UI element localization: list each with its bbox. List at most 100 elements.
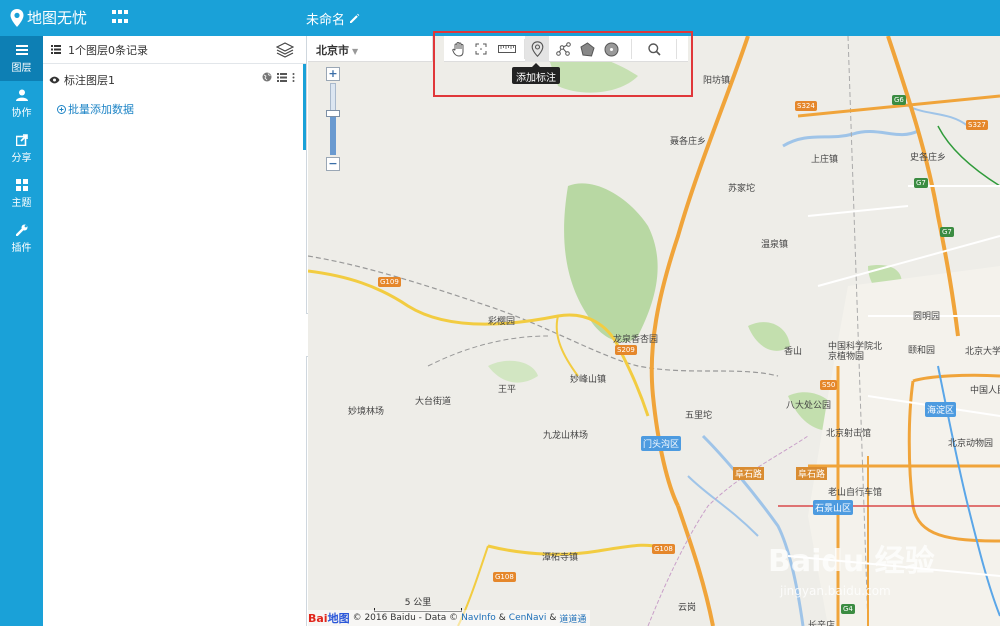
zoom-in-button[interactable]: + [326, 67, 340, 81]
daodaotong-link[interactable]: 道道通 [559, 612, 586, 625]
edit-pencil-icon[interactable] [349, 13, 360, 24]
layer-name: 标注图层1 [64, 74, 115, 87]
layer-tools [262, 72, 295, 82]
app-root: 地图无忧 未命名 图层 协作 分享 主题 插件 1个图层0条记录 标注图层1 批… [0, 0, 1000, 626]
polyline-icon [555, 42, 571, 56]
rail-label: 协作 [11, 108, 32, 119]
layer-stack-icon[interactable] [276, 41, 294, 59]
zoom-out-button[interactable]: − [326, 157, 340, 171]
search-icon [647, 42, 661, 56]
layer-item[interactable]: 标注图层1 批量添加数据 [43, 64, 306, 150]
batch-add-data-link[interactable]: 批量添加数据 [57, 101, 134, 117]
panel-header: 1个图层0条记录 [43, 36, 306, 64]
fullscreen-tool-button[interactable] [470, 36, 492, 62]
search-tool-button[interactable] [642, 36, 666, 62]
place-label: 北京射击馆 [826, 429, 872, 439]
place-label: 北京动物园 [948, 439, 994, 449]
hand-icon [452, 41, 464, 57]
baidu-logo-map-text: 地图 [327, 612, 350, 625]
app-name: 地图无忧 [27, 9, 88, 27]
road-shield: G108 [652, 544, 675, 554]
map-toolbar [444, 36, 688, 62]
road-shield: S327 [966, 120, 988, 130]
wrench-icon [15, 224, 27, 236]
rail-item-theme[interactable]: 主题 [0, 171, 43, 216]
place-label: 史各庄乡 [910, 153, 947, 163]
add-marker-tool-button[interactable] [525, 36, 549, 62]
caret-down-icon: ▼ [352, 47, 359, 56]
add-polygon-tool-button[interactable] [575, 36, 599, 62]
road-shield: G4 [841, 604, 855, 614]
road-shield: G109 [378, 277, 401, 287]
map-marker-icon [531, 41, 543, 57]
place-label: 香山 [784, 347, 803, 357]
layer-title: 标注图层1 [49, 72, 115, 88]
list-detail-icon[interactable] [277, 72, 287, 82]
district-label: 海淀区 [925, 402, 957, 417]
district-label: 门头沟区 [641, 436, 682, 451]
pan-tool-button[interactable] [448, 36, 470, 62]
road-shield: S324 [795, 101, 817, 111]
watermark-url: jingyan.baidu.com [780, 584, 891, 598]
place-label: 潭柘寺镇 [542, 553, 579, 563]
rail-label: 插件 [11, 243, 32, 254]
zoom-slider-thumb[interactable] [326, 110, 340, 117]
layer-panel: 1个图层0条记录 标注图层1 批量添加数据 [43, 36, 307, 626]
navinfo-link[interactable]: NavInfo [461, 613, 496, 623]
cennavi-link[interactable]: CenNavi [509, 613, 547, 623]
place-label: 妙峰山镇 [570, 375, 607, 385]
circle-icon [604, 42, 618, 56]
city-selector[interactable]: 北京市 ▼ [308, 36, 433, 62]
zoom-slider[interactable] [326, 81, 340, 157]
place-label: 聂各庄乡 [670, 137, 707, 147]
road-shield: G7 [940, 227, 954, 237]
rail-label: 分享 [11, 153, 32, 164]
road-shield: G6 [892, 95, 906, 105]
document-title[interactable]: 未命名 [306, 9, 360, 28]
polygon-icon [579, 41, 595, 57]
list-icon [51, 45, 61, 54]
add-line-tool-button[interactable] [551, 36, 575, 62]
place-label: 云岗 [678, 603, 697, 613]
road-name-label: 阜石路 [733, 467, 765, 480]
watermark-text: Baidu 经验 [768, 544, 935, 579]
rail-item-layers[interactable]: 图层 [0, 36, 43, 81]
rail-item-share[interactable]: 分享 [0, 126, 43, 171]
place-label: 圆明园 [913, 312, 941, 322]
app-logo[interactable]: 地图无忧 [10, 7, 87, 28]
place-label: 长辛店 [808, 621, 836, 626]
batch-add-data-label: 批量添加数据 [68, 103, 134, 116]
measure-tool-button[interactable] [494, 36, 520, 62]
toolbar-separator [631, 39, 632, 59]
baidu-logo-text: Bai [308, 612, 328, 625]
road-shield: S209 [615, 345, 637, 355]
share-icon [15, 134, 28, 146]
grid-icon [15, 179, 28, 191]
place-label: 龙泉香杏园 [613, 335, 659, 345]
map-canvas[interactable]: 阳坊镇 聂各庄乡 苏家坨 上庄镇 史各庄乡 温泉镇 彩樱园 龙泉香杏园 妙峰山镇… [308, 36, 1000, 626]
rail-item-collaborate[interactable]: 协作 [0, 81, 43, 126]
place-label: 彩樱园 [488, 317, 516, 327]
eye-icon[interactable] [49, 76, 60, 84]
rail-item-plugins[interactable]: 插件 [0, 216, 43, 261]
place-label: 北京大学 [965, 347, 1000, 357]
map-pin-icon [10, 8, 24, 27]
add-circle-tool-button[interactable] [599, 36, 623, 62]
rail-label: 图层 [11, 63, 32, 74]
apps-grid-icon[interactable] [112, 10, 130, 26]
copyright-text: © 2016 Baidu - Data © [352, 613, 459, 623]
place-label: 中国科学院北京植物园 [828, 342, 883, 362]
place-label: 八大处公园 [786, 401, 832, 411]
layer-summary: 1个图层0条记录 [68, 43, 148, 57]
top-bar: 地图无忧 未命名 [0, 0, 1000, 36]
left-rail: 图层 协作 分享 主题 插件 [0, 36, 43, 626]
globe-icon[interactable] [262, 72, 272, 82]
tool-tooltip: 添加标注 [512, 63, 560, 84]
toolbar-separator [676, 39, 677, 59]
place-label: 妙境林场 [348, 407, 385, 417]
map-copyright: Bai地图 © 2016 Baidu - Data © NavInfo & Ce… [308, 610, 591, 626]
road-shield: S50 [820, 380, 838, 390]
place-label: 苏家坨 [728, 184, 756, 194]
more-vertical-icon[interactable] [292, 72, 295, 82]
place-label: 阳坊镇 [703, 76, 731, 86]
